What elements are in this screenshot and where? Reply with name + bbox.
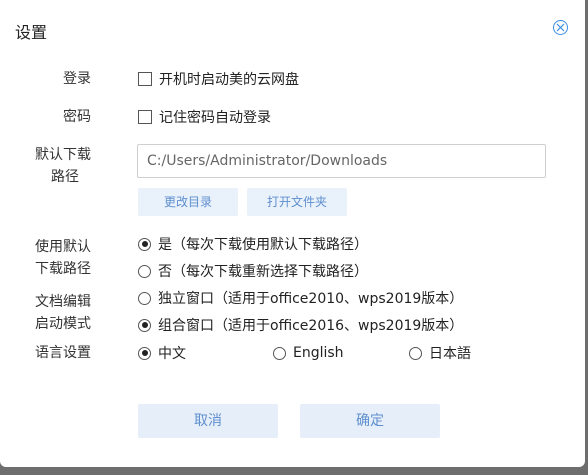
use-default-no-radio[interactable]: 否（每次下载重新选择下载路径）: [138, 261, 368, 281]
confirm-button[interactable]: 确定: [300, 404, 440, 438]
open-folder-button[interactable]: 打开文件夹: [247, 188, 347, 216]
doc-edit-standalone-label: 独立窗口（适用于office2010、wps2019版本）: [158, 291, 464, 307]
remember-password-label: 记住密码自动登录: [159, 110, 271, 126]
use-default-label-line2: 下载路径: [35, 261, 91, 277]
radio-unselected-icon[interactable]: [273, 346, 286, 360]
radio-unselected-icon[interactable]: [138, 291, 151, 305]
autostart-checkbox[interactable]: 开机时启动美的云网盘: [138, 69, 299, 89]
use-default-yes-label: 是（每次下载使用默认下载路径）: [158, 237, 368, 253]
checkbox-box[interactable]: [138, 110, 152, 124]
download-path-label-line2: 路径: [51, 169, 79, 185]
doc-edit-label-line1: 文档编辑: [35, 294, 91, 310]
dialog-title: 设置: [15, 23, 48, 42]
login-label: 登录: [63, 71, 91, 87]
language-english-label: English: [293, 345, 344, 361]
autostart-checkbox-label: 开机时启动美的云网盘: [159, 72, 299, 88]
remember-password-checkbox[interactable]: 记住密码自动登录: [138, 107, 271, 127]
download-path-input[interactable]: [137, 144, 546, 178]
use-default-no-label: 否（每次下载重新选择下载路径）: [158, 264, 368, 280]
download-path-label: 默认下载 路径: [11, 144, 91, 188]
doc-edit-standalone-radio[interactable]: 独立窗口（适用于office2010、wps2019版本）: [138, 288, 463, 308]
language-chinese-label: 中文: [158, 346, 186, 362]
radio-unselected-icon[interactable]: [138, 264, 151, 278]
change-directory-button[interactable]: 更改目录: [138, 188, 238, 216]
doc-edit-label-line2: 启动模式: [35, 316, 91, 332]
close-icon: [556, 23, 565, 32]
checkbox-box[interactable]: [138, 72, 152, 86]
settings-dialog: 设置 登录 开机时启动美的云网盘 密码 记住密码自动登录 默认下载 路径 更改目…: [0, 0, 585, 467]
language-label: 语言设置: [35, 345, 91, 361]
use-default-label-line1: 使用默认: [35, 239, 91, 255]
language-japanese-label: 日本語: [429, 346, 471, 362]
close-button[interactable]: [553, 20, 568, 35]
radio-selected-icon[interactable]: [138, 318, 151, 332]
cancel-button[interactable]: 取消: [138, 404, 278, 438]
password-label: 密码: [63, 109, 91, 125]
use-default-yes-radio[interactable]: 是（每次下载使用默认下载路径）: [138, 234, 368, 254]
doc-edit-mode-label: 文档编辑 启动模式: [11, 291, 91, 335]
language-japanese-radio[interactable]: 日本語: [409, 343, 471, 363]
language-chinese-radio[interactable]: 中文: [138, 343, 186, 363]
radio-unselected-icon[interactable]: [409, 346, 422, 360]
radio-selected-icon[interactable]: [138, 237, 151, 251]
doc-edit-combined-label: 组合窗口（适用于office2016、wps2019版本）: [158, 318, 464, 334]
language-english-radio[interactable]: English: [273, 343, 344, 363]
radio-selected-icon[interactable]: [138, 346, 151, 360]
doc-edit-combined-radio[interactable]: 组合窗口（适用于office2016、wps2019版本）: [138, 315, 463, 335]
download-path-label-line1: 默认下载: [35, 147, 91, 163]
use-default-path-label: 使用默认 下载路径: [11, 236, 91, 280]
